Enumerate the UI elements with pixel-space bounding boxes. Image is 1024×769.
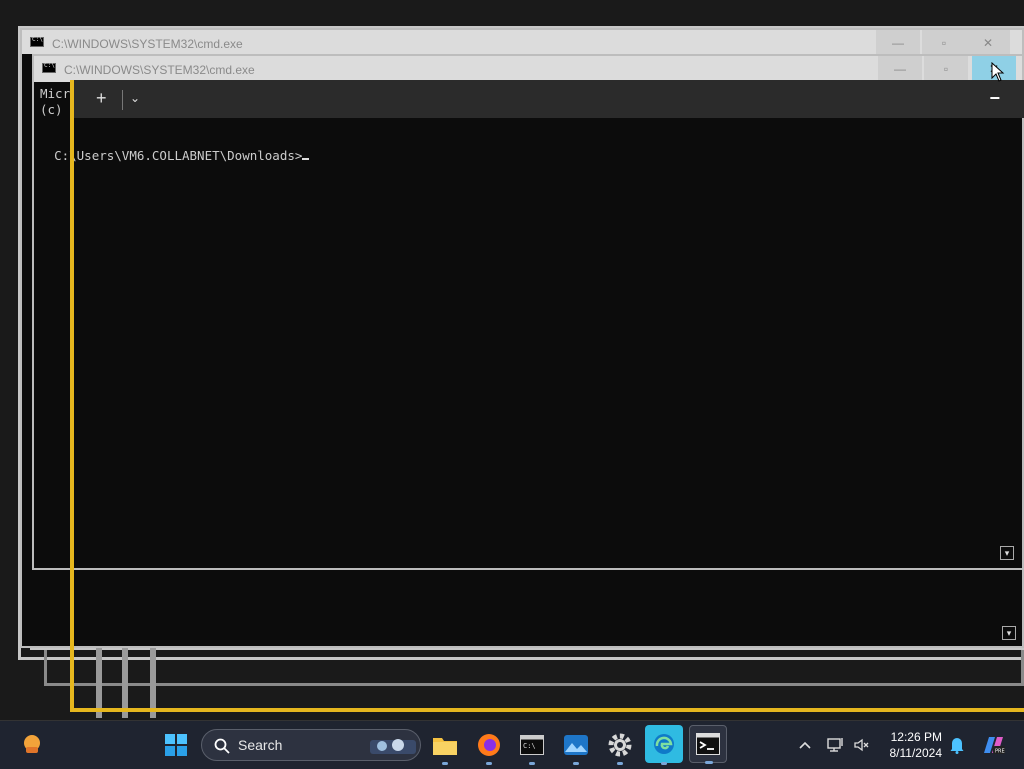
settings-gear-icon[interactable] — [604, 729, 636, 765]
running-indicator — [661, 762, 667, 765]
close-button[interactable]: ✕ — [966, 30, 1010, 56]
cmd-icon — [30, 36, 44, 47]
running-indicator — [529, 762, 535, 765]
chevron-up-icon[interactable] — [789, 729, 821, 761]
volume-muted-icon[interactable] — [846, 729, 878, 761]
terminal-icon[interactable] — [689, 725, 727, 764]
photos-icon[interactable] — [560, 729, 592, 765]
running-indicator — [486, 762, 492, 765]
window-title: C:\WINDOWS\SYSTEM32\cmd.exe — [52, 37, 243, 51]
cmd-icon — [42, 62, 56, 73]
file-explorer-icon[interactable] — [429, 729, 461, 765]
running-indicator — [573, 762, 579, 765]
search-icon — [214, 738, 230, 754]
minimize-button[interactable]: — — [878, 56, 922, 82]
svg-text:C:\: C:\ — [523, 742, 536, 750]
clock-time: 12:26 PM — [890, 730, 942, 744]
mouse-pointer-icon — [991, 62, 1005, 82]
taskbar: Search C:\ 12:26 PM 8/11/2024 PRE — [0, 720, 1024, 769]
search-highlight-icon — [370, 739, 416, 754]
highlight-frame — [70, 80, 1024, 712]
svg-text:PRE: PRE — [995, 749, 1005, 755]
maximize-button[interactable]: ▫ — [924, 56, 968, 82]
maximize-button[interactable]: ▫ — [922, 30, 966, 56]
firefox-icon[interactable] — [473, 729, 505, 765]
window-title: C:\WINDOWS\SYSTEM32\cmd.exe — [64, 63, 255, 77]
title-bar[interactable]: C:\WINDOWS\SYSTEM32\cmd.exe — ▫ ✕ — [34, 56, 1022, 82]
widgets-icon[interactable] — [16, 729, 48, 761]
search-label: Search — [238, 737, 283, 753]
command-prompt-icon[interactable]: C:\ — [516, 729, 548, 765]
copilot-icon[interactable]: PRE — [977, 729, 1009, 761]
start-button[interactable] — [160, 729, 192, 761]
running-indicator — [442, 762, 448, 765]
clock[interactable]: 12:26 PM 8/11/2024 — [890, 729, 943, 761]
search-box[interactable]: Search — [201, 729, 421, 761]
console-header-line1: Micr — [40, 86, 71, 101]
clock-date: 8/11/2024 — [889, 746, 943, 760]
console-header-line2: (c) — [40, 102, 63, 117]
running-indicator — [617, 762, 623, 765]
minimize-button[interactable]: — — [876, 30, 920, 56]
notification-bell-icon[interactable] — [941, 729, 973, 761]
running-indicator — [705, 761, 713, 764]
edge-icon[interactable] — [645, 725, 683, 765]
title-bar[interactable]: C:\WINDOWS\SYSTEM32\cmd.exe — ▫ ✕ — [22, 30, 1022, 56]
